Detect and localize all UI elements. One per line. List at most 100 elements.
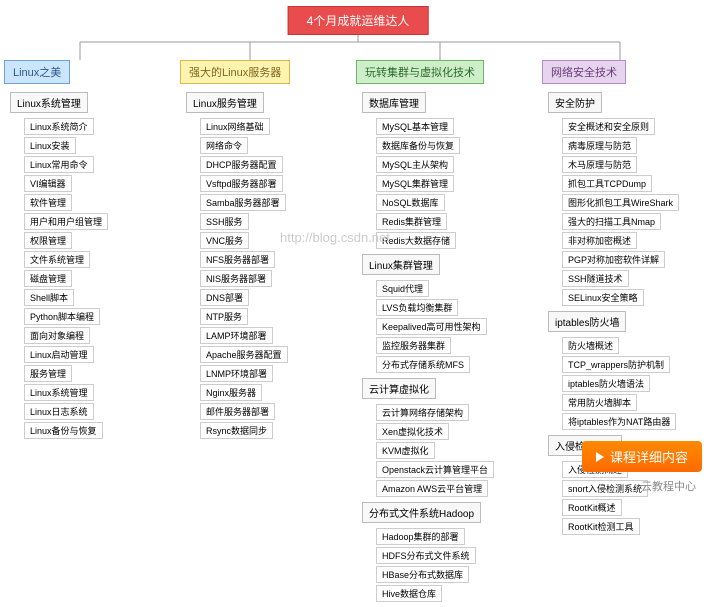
leaf-node[interactable]: 面向对象编程 [24, 327, 90, 344]
leaf-node[interactable]: 用户和用户组管理 [24, 213, 108, 230]
leaf-node[interactable]: Shell脚本 [24, 289, 74, 306]
leaf-node[interactable]: 软件管理 [24, 194, 72, 211]
leaf-node[interactable]: 抓包工具TCPDump [562, 175, 652, 192]
category-node[interactable]: 网络安全技术 [542, 60, 626, 84]
leaf-node[interactable]: Hive数据仓库 [376, 585, 442, 602]
leaf-node[interactable]: RootKit检测工具 [562, 518, 640, 535]
leaf-node[interactable]: Linux网络基础 [200, 118, 270, 135]
leaf-node[interactable]: 数据库备份与恢复 [376, 137, 460, 154]
subcategory-node[interactable]: Linux集群管理 [362, 254, 440, 275]
leaf-node[interactable]: LNMP环境部署 [200, 365, 273, 382]
leaf-node[interactable]: 云计算网络存储架构 [376, 404, 469, 421]
leaf-node[interactable]: snort入侵检测系统 [562, 480, 648, 497]
leaf-node[interactable]: PGP对称加密软件详解 [562, 251, 665, 268]
leaf-node[interactable]: 安全概述和安全原则 [562, 118, 655, 135]
leaf-node[interactable]: iptables防火墙语法 [562, 375, 650, 392]
leaf-node[interactable]: LAMP环境部署 [200, 327, 273, 344]
leaf-node[interactable]: NIS服务器部署 [200, 270, 272, 287]
columns-container: Linux之美 Linux系统管理 Linux系统简介 Linux安装 Linux常用命… [4, 60, 716, 607]
group: iptables防火墙防火墙概述 TCP_wrappers防护机制 iptables… [542, 311, 716, 431]
leaf-node[interactable]: NoSQL数据库 [376, 194, 445, 211]
leaf-node[interactable]: 邮件服务器部署 [200, 403, 275, 420]
leaf-node[interactable]: NTP服务 [200, 308, 248, 325]
category-node[interactable]: Linux之美 [4, 60, 70, 84]
leaf-node[interactable]: SSH服务 [200, 213, 249, 230]
leaf-node[interactable]: Linux备份与恢复 [24, 422, 103, 439]
subcategory-node[interactable]: 分布式文件系统Hadoop [362, 502, 481, 523]
leaf-node[interactable]: Nginx服务器 [200, 384, 262, 401]
leaf-node[interactable]: 图形化抓包工具WireShark [562, 194, 679, 211]
leaf-node[interactable]: 服务管理 [24, 365, 72, 382]
leaf-node[interactable]: Linux常用命令 [24, 156, 94, 173]
item-list: MySQL基本管理数据库备份与恢复 MySQL主从架构 MySQL集群管理 NoSQL… [376, 118, 536, 250]
group: 分布式文件系统Hadoop Hadoop集群的部署 HDFS分布式文件系统 HBase… [356, 502, 536, 603]
leaf-node[interactable]: 权限管理 [24, 232, 72, 249]
leaf-node[interactable]: TCP_wrappers防护机制 [562, 356, 670, 373]
column-3: 网络安全技术安全防护安全概述和安全原则病毒原理与防范木马原理与防范抓包工具TCP… [542, 60, 716, 607]
item-list: 入侵检测概述snort入侵检测系统RootKit概述RootKit检测工具 [562, 461, 716, 536]
leaf-node[interactable]: Squid代理 [376, 280, 429, 297]
cta-button[interactable]: 课程详细内容 [582, 441, 702, 472]
leaf-node[interactable]: HBase分布式数据库 [376, 566, 469, 583]
group: 安全防护安全概述和安全原则病毒原理与防范木马原理与防范抓包工具TCPDump 图形… [542, 92, 716, 307]
leaf-node[interactable]: 文件系统管理 [24, 251, 90, 268]
leaf-node[interactable]: Keepalived高可用性架构 [376, 318, 487, 335]
leaf-node[interactable]: Redis大数据存储 [376, 232, 456, 249]
leaf-node[interactable]: Linux安装 [24, 137, 76, 154]
subcategory-node[interactable]: 云计算虚拟化 [362, 378, 436, 399]
leaf-node[interactable]: 监控服务器集群 [376, 337, 451, 354]
leaf-node[interactable]: DHCP服务器配置 [200, 156, 283, 173]
leaf-node[interactable]: MySQL主从架构 [376, 156, 454, 173]
leaf-node[interactable]: Linux系统简介 [24, 118, 94, 135]
leaf-node[interactable]: Python脚本编程 [24, 308, 100, 325]
leaf-node[interactable]: Linux系统管理 [24, 384, 94, 401]
leaf-node[interactable]: DNS部署 [200, 289, 249, 306]
category-node[interactable]: 强大的Linux服务器 [180, 60, 290, 84]
group: Linux集群管理 Squid代理 LVS负载均衡集群 Keepalived高可用性架… [356, 254, 536, 374]
group: Linux系统管理 Linux系统简介 Linux安装 Linux常用命令 VI编辑器软… [4, 92, 174, 440]
leaf-node[interactable]: SELinux安全策略 [562, 289, 644, 306]
leaf-node[interactable]: Vsftpd服务器部署 [200, 175, 283, 192]
leaf-node[interactable]: VNC服务 [200, 232, 249, 249]
subcategory-node[interactable]: iptables防火墙 [548, 311, 626, 332]
leaf-node[interactable]: Rsync数据同步 [200, 422, 273, 439]
leaf-node[interactable]: Linux启动管理 [24, 346, 94, 363]
leaf-node[interactable]: KVM虚拟化 [376, 442, 435, 459]
leaf-node[interactable]: 防火墙概述 [562, 337, 619, 354]
item-list: Hadoop集群的部署 HDFS分布式文件系统 HBase分布式数据库 Hive数据仓… [376, 528, 536, 603]
leaf-node[interactable]: 将iptables作为NAT路由器 [562, 413, 676, 430]
leaf-node[interactable]: LVS负载均衡集群 [376, 299, 458, 316]
leaf-node[interactable]: NFS服务器部署 [200, 251, 275, 268]
leaf-node[interactable]: Redis集群管理 [376, 213, 447, 230]
leaf-node[interactable]: 分布式存储系统MFS [376, 356, 470, 373]
subcategory-node[interactable]: Linux系统管理 [10, 92, 88, 113]
leaf-node[interactable]: 强大的扫描工具Nmap [562, 213, 661, 230]
leaf-node[interactable]: MySQL集群管理 [376, 175, 454, 192]
category-node[interactable]: 玩转集群与虚拟化技术 [356, 60, 484, 84]
leaf-node[interactable]: 木马原理与防范 [562, 156, 637, 173]
subcategory-node[interactable]: 数据库管理 [362, 92, 426, 113]
footer-text: 云教程中心 [641, 478, 696, 494]
leaf-node[interactable]: MySQL基本管理 [376, 118, 454, 135]
leaf-node[interactable]: HDFS分布式文件系统 [376, 547, 476, 564]
leaf-node[interactable]: Amazon AWS云平台管理 [376, 480, 488, 497]
play-icon [596, 452, 604, 462]
leaf-node[interactable]: 常用防火墙脚本 [562, 394, 637, 411]
leaf-node[interactable]: SSH隧道技术 [562, 270, 629, 287]
subcategory-node[interactable]: Linux服务管理 [186, 92, 264, 113]
leaf-node[interactable]: Xen虚拟化技术 [376, 423, 449, 440]
leaf-node[interactable]: Samba服务器部署 [200, 194, 286, 211]
leaf-node[interactable]: RootKit概述 [562, 499, 622, 516]
leaf-node[interactable]: 网络命令 [200, 137, 248, 154]
item-list: 云计算网络存储架构 Xen虚拟化技术 KVM虚拟化 Openstack云计算管理平台 A… [376, 404, 536, 498]
leaf-node[interactable]: 病毒原理与防范 [562, 137, 637, 154]
leaf-node[interactable]: Hadoop集群的部署 [376, 528, 465, 545]
leaf-node[interactable]: Linux日志系统 [24, 403, 94, 420]
leaf-node[interactable]: VI编辑器 [24, 175, 72, 192]
leaf-node[interactable]: 磁盘管理 [24, 270, 72, 287]
subcategory-node[interactable]: 安全防护 [548, 92, 602, 113]
leaf-node[interactable]: Apache服务器配置 [200, 346, 288, 363]
leaf-node[interactable]: 非对称加密概述 [562, 232, 637, 249]
leaf-node[interactable]: Openstack云计算管理平台 [376, 461, 494, 478]
column-1: 强大的Linux服务器 Linux服务管理 Linux网络基础网络命令 DHCP服务器… [180, 60, 350, 607]
